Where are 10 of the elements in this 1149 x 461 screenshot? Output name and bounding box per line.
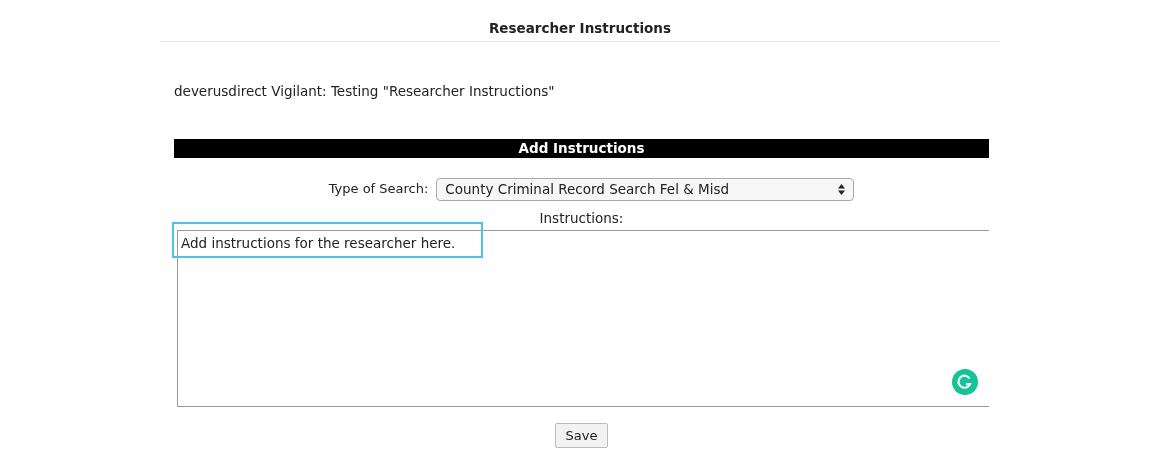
page-title: Researcher Instructions (160, 0, 1000, 43)
save-button[interactable]: Save (554, 422, 609, 449)
field-label: Type of Search: (328, 180, 429, 199)
instructions-field[interactable]: Add instructions for the researcher here. (177, 229, 989, 407)
field-label: Instructions: (538, 208, 625, 228)
updown-caret-icon (838, 183, 846, 195)
grammar-assistant-icon[interactable] (952, 368, 978, 395)
section-header: Add Instructions (174, 138, 989, 158)
search-type-dropdown[interactable]: County Criminal Record Search Fel & Misd (436, 177, 855, 201)
subtitle-text: deverusdirect Vigilant: Testing "Researcher Instructions" (174, 82, 556, 102)
